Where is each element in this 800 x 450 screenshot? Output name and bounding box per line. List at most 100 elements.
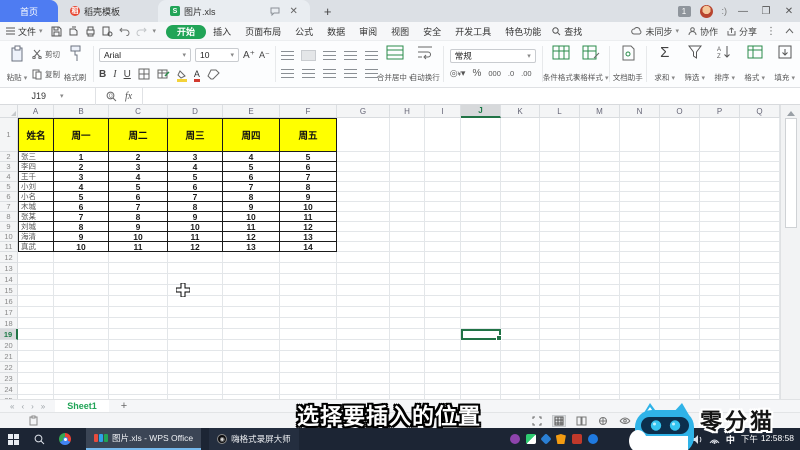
row-header-22[interactable]: 22	[0, 362, 18, 373]
cell-P4[interactable]	[700, 172, 740, 182]
row-header-7[interactable]: 7	[0, 202, 18, 212]
cell-I20[interactable]	[425, 340, 461, 351]
align-center-icon[interactable]	[301, 68, 315, 78]
cell-I24[interactable]	[425, 384, 461, 395]
name-box[interactable]: J19 ▾	[0, 87, 96, 105]
cell-F5[interactable]: 8	[280, 182, 337, 192]
increase-indent-icon[interactable]	[364, 50, 378, 60]
cell-H7[interactable]	[390, 202, 425, 212]
cell-M9[interactable]	[580, 222, 620, 232]
first-sheet-icon[interactable]: «	[10, 402, 14, 411]
cell-L19[interactable]	[540, 329, 580, 340]
cell-D5[interactable]: 6	[168, 182, 223, 192]
column-header-K[interactable]: K	[501, 105, 540, 118]
underline-button[interactable]: U	[124, 69, 131, 80]
cell-M3[interactable]	[580, 162, 620, 172]
cell-M24[interactable]	[580, 384, 620, 395]
cell-Q11[interactable]	[740, 242, 780, 252]
cell-A15[interactable]	[18, 285, 54, 296]
cell-P12[interactable]	[700, 252, 740, 263]
cell-C16[interactable]	[109, 296, 168, 307]
distribute-icon[interactable]	[364, 68, 378, 78]
cell-H5[interactable]	[390, 182, 425, 192]
cell-A11[interactable]: 真武	[18, 242, 54, 252]
cell-K17[interactable]	[501, 307, 540, 318]
cell-O3[interactable]	[660, 162, 700, 172]
cell-P16[interactable]	[700, 296, 740, 307]
cell-J3[interactable]	[461, 162, 501, 172]
cell-C6[interactable]: 6	[109, 192, 168, 202]
cell-J17[interactable]	[461, 307, 501, 318]
cell-K23[interactable]	[501, 373, 540, 384]
cell-K9[interactable]	[501, 222, 540, 232]
cell-C20[interactable]	[109, 340, 168, 351]
column-header-E[interactable]: E	[223, 105, 280, 118]
justify-icon[interactable]	[343, 68, 357, 78]
cell-K16[interactable]	[501, 296, 540, 307]
cell-Q1[interactable]	[740, 118, 780, 152]
cell-O11[interactable]	[660, 242, 700, 252]
cell-Q13[interactable]	[740, 263, 780, 274]
cell-I2[interactable]	[425, 152, 461, 162]
cell-A18[interactable]	[18, 318, 54, 329]
ribbon-tab-安全[interactable]: 安全	[416, 27, 448, 37]
cell-J5[interactable]	[461, 182, 501, 192]
cell-M19[interactable]	[580, 329, 620, 340]
cell-J21[interactable]	[461, 351, 501, 362]
cell-C8[interactable]: 8	[109, 212, 168, 222]
cell-K10[interactable]	[501, 232, 540, 242]
output-icon[interactable]	[68, 26, 79, 37]
cell-N7[interactable]	[620, 202, 660, 212]
cell-L16[interactable]	[540, 296, 580, 307]
cell-O9[interactable]	[660, 222, 700, 232]
cell-H20[interactable]	[390, 340, 425, 351]
cell-B7[interactable]: 6	[54, 202, 109, 212]
cell-J13[interactable]	[461, 263, 501, 274]
comma-format-icon[interactable]: 000	[488, 69, 501, 78]
ribbon-tab-开始[interactable]: 开始	[166, 24, 207, 39]
cell-E20[interactable]	[223, 340, 280, 351]
cell-L8[interactable]	[540, 212, 580, 222]
cell-L18[interactable]	[540, 318, 580, 329]
cell-A21[interactable]	[18, 351, 54, 362]
cell-H8[interactable]	[390, 212, 425, 222]
ribbon-tab-审阅[interactable]: 审阅	[352, 27, 384, 37]
cell-G23[interactable]	[337, 373, 390, 384]
cell-K11[interactable]	[501, 242, 540, 252]
cell-P10[interactable]	[700, 232, 740, 242]
cell-E8[interactable]: 10	[223, 212, 280, 222]
cell-O21[interactable]	[660, 351, 700, 362]
cell-J20[interactable]	[461, 340, 501, 351]
last-sheet-icon[interactable]: »	[41, 402, 45, 411]
copy-button[interactable]: 复制	[32, 69, 60, 80]
ribbon-tab-页面布局[interactable]: 页面布局	[238, 27, 288, 37]
spreadsheet-grid[interactable]: A B C D E F G H I J K L M N O P Q 1 姓名 周一 周二 周三 周四 周五 2 张三 1 2 3 4 5 3 李…	[0, 105, 780, 399]
row-header-18[interactable]: 18	[0, 318, 18, 329]
cell-F11[interactable]: 14	[280, 242, 337, 252]
cell-Q19[interactable]	[740, 329, 780, 340]
cell-C15[interactable]	[109, 285, 168, 296]
cell-I7[interactable]	[425, 202, 461, 212]
column-header-I[interactable]: I	[425, 105, 461, 118]
bold-button[interactable]: B	[99, 69, 106, 80]
cell-L20[interactable]	[540, 340, 580, 351]
cell-P2[interactable]	[700, 152, 740, 162]
cell-A1[interactable]: 姓名	[18, 118, 54, 152]
close-tab-icon[interactable]: ✕	[290, 6, 298, 17]
cell-D3[interactable]: 4	[168, 162, 223, 172]
cell-O24[interactable]	[660, 384, 700, 395]
cell-I18[interactable]	[425, 318, 461, 329]
normal-view-icon[interactable]	[552, 414, 566, 427]
formula-input[interactable]	[143, 88, 800, 105]
tray-icon-5[interactable]	[571, 434, 582, 444]
cell-I21[interactable]	[425, 351, 461, 362]
tray-icon-1[interactable]	[509, 434, 520, 444]
cell-J1[interactable]	[461, 118, 501, 152]
cell-N10[interactable]	[620, 232, 660, 242]
cell-O2[interactable]	[660, 152, 700, 162]
cell-J24[interactable]	[461, 384, 501, 395]
cell-A10[interactable]: 海清	[18, 232, 54, 242]
row-header-9[interactable]: 9	[0, 222, 18, 232]
cell-J14[interactable]	[461, 274, 501, 285]
cell-B4[interactable]: 3	[54, 172, 109, 182]
